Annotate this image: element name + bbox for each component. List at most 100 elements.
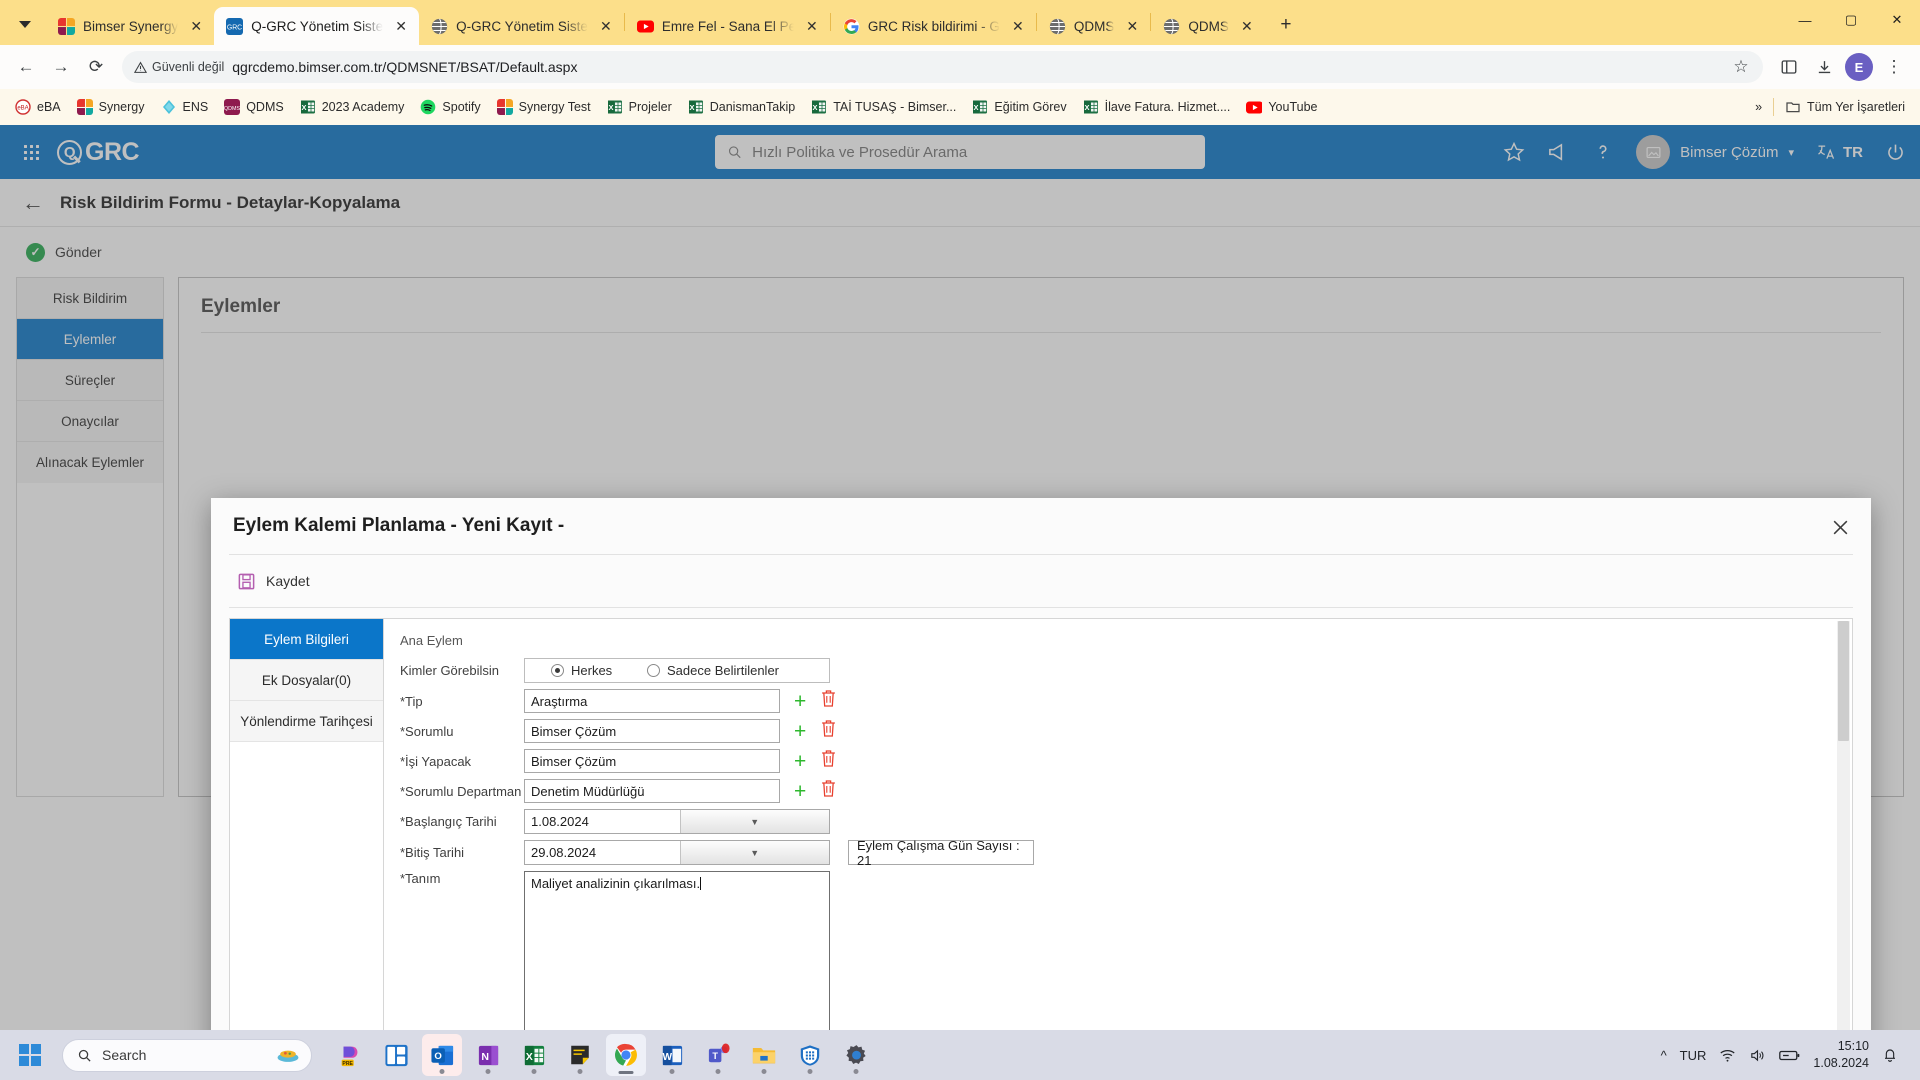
- tray-overflow-button[interactable]: ^: [1661, 1048, 1667, 1063]
- browser-tab[interactable]: GRC Risk bildirimi - G ✕: [831, 7, 1036, 45]
- radio-sadece-belirtilenler[interactable]: Sadece Belirtilenler: [647, 663, 779, 678]
- tab-close-icon[interactable]: ✕: [391, 16, 411, 36]
- bookmark-item[interactable]: X DanismanTakip: [681, 95, 802, 119]
- bookmark-item[interactable]: QDMS QDMS: [217, 95, 291, 119]
- bookmark-item[interactable]: eBA eBA: [8, 95, 68, 119]
- tab-close-icon[interactable]: ✕: [596, 16, 616, 36]
- wifi-icon[interactable]: [1719, 1047, 1736, 1064]
- tab-search-dropdown[interactable]: [4, 6, 46, 42]
- maximize-button[interactable]: ▢: [1828, 0, 1874, 40]
- running-indicator: [853, 1069, 859, 1074]
- taskbar-app-teams[interactable]: T: [698, 1034, 738, 1076]
- taskbar-app-security[interactable]: [790, 1034, 830, 1076]
- bookmark-item[interactable]: X Projeler: [600, 95, 679, 119]
- bookmark-item[interactable]: ENS: [154, 95, 216, 119]
- dialog-tab[interactable]: Ek Dosyalar(0): [230, 660, 383, 701]
- bookmark-item[interactable]: YouTube: [1239, 95, 1324, 119]
- taskbar-app-word[interactable]: W: [652, 1034, 692, 1076]
- chrome-menu-button[interactable]: ⋮: [1878, 51, 1910, 83]
- trash-icon[interactable]: [820, 779, 837, 803]
- not-secure-badge[interactable]: Güvenli değil: [134, 60, 224, 74]
- close-icon[interactable]: [1827, 514, 1853, 540]
- plus-icon[interactable]: +: [794, 781, 806, 802]
- taskbar-app-onenote[interactable]: N: [468, 1034, 508, 1076]
- date-picker[interactable]: 29.08.2024 ▼: [524, 840, 830, 865]
- extensions-icon[interactable]: [1773, 51, 1805, 83]
- field-input[interactable]: Denetim Müdürlüğü: [524, 779, 780, 803]
- plus-icon[interactable]: +: [794, 751, 806, 772]
- plus-icon[interactable]: +: [794, 721, 806, 742]
- tab-title: QDMS: [1188, 18, 1229, 34]
- taskbar-app-excel[interactable]: X: [514, 1034, 554, 1076]
- forward-button[interactable]: →: [45, 51, 77, 83]
- dialog-header: Eylem Kalemi Planlama - Yeni Kayıt -: [211, 498, 1871, 554]
- field-input[interactable]: Bimser Çözüm: [524, 749, 780, 773]
- profile-button[interactable]: E: [1843, 51, 1875, 83]
- volume-icon[interactable]: [1749, 1047, 1766, 1064]
- all-bookmarks-button[interactable]: Tüm Yer İşaretleri: [1778, 95, 1912, 119]
- taskbar-app-copilot-pre[interactable]: PRE: [330, 1034, 370, 1076]
- visibility-radio-group: Herkes Sadece Belirtilenler: [524, 658, 830, 683]
- bimser-icon: [58, 17, 75, 35]
- taskbar-app-outlook[interactable]: O: [422, 1034, 462, 1076]
- description-textarea[interactable]: Maliyet analizinin çıkarılması.: [524, 871, 830, 1030]
- bookmarks-overflow-button[interactable]: »: [1748, 96, 1769, 118]
- dialog-tab[interactable]: Eylem Bilgileri: [230, 619, 383, 660]
- taskbar-app-settings[interactable]: [836, 1034, 876, 1076]
- svg-text:X: X: [301, 103, 306, 112]
- minimize-button[interactable]: —: [1782, 0, 1828, 40]
- trash-icon[interactable]: [820, 689, 837, 713]
- back-button[interactable]: ←: [10, 51, 42, 83]
- field-input[interactable]: Bimser Çözüm: [524, 719, 780, 743]
- save-button[interactable]: Kaydet: [237, 572, 310, 591]
- taskbar-app-file-explorer[interactable]: [744, 1034, 784, 1076]
- bookmark-item[interactable]: Spotify: [413, 95, 487, 119]
- new-tab-button[interactable]: +: [1271, 10, 1301, 40]
- chevron-down-icon[interactable]: ▼: [679, 841, 829, 864]
- plus-icon[interactable]: +: [794, 691, 806, 712]
- taskbar-search[interactable]: Search: [62, 1038, 312, 1072]
- text-caret: [700, 877, 702, 890]
- trash-icon[interactable]: [820, 719, 837, 743]
- browser-tab[interactable]: Emre Fel - Sana El Pe ✕: [625, 7, 830, 45]
- tab-close-icon[interactable]: ✕: [1122, 16, 1142, 36]
- taskbar-app-chrome[interactable]: [606, 1034, 646, 1076]
- browser-tab[interactable]: GRC Q-GRC Yönetim Siste ✕: [214, 7, 420, 45]
- radio-herkes[interactable]: Herkes: [551, 663, 647, 678]
- form-scrollbar[interactable]: [1837, 621, 1850, 1030]
- bookmark-item[interactable]: X TAİ TUSAŞ - Bimser...: [804, 95, 963, 119]
- field-input[interactable]: Araştırma: [524, 689, 780, 713]
- browser-tab[interactable]: QDMS ✕: [1151, 7, 1265, 45]
- bookmark-item[interactable]: Synergy Test: [490, 95, 598, 119]
- bookmark-star-icon[interactable]: ☆: [1725, 51, 1757, 83]
- bimser-icon: [76, 99, 93, 115]
- tab-close-icon[interactable]: ✕: [1237, 16, 1257, 36]
- bookmark-item[interactable]: Synergy: [70, 95, 152, 119]
- tab-close-icon[interactable]: ✕: [802, 16, 822, 36]
- tab-close-icon[interactable]: ✕: [1008, 16, 1028, 36]
- browser-tab[interactable]: QDMS ✕: [1037, 7, 1151, 45]
- taskbar-app-widgets[interactable]: [376, 1034, 416, 1076]
- trash-icon[interactable]: [820, 749, 837, 773]
- bookmark-item[interactable]: X İlave Fatura. Hizmet....: [1076, 95, 1238, 119]
- bookmark-item[interactable]: X 2023 Academy: [293, 95, 412, 119]
- taskbar-app-sticky-notes[interactable]: [560, 1034, 600, 1076]
- dialog-tab[interactable]: Yönlendirme Tarihçesi: [230, 701, 383, 742]
- date-picker[interactable]: 1.08.2024 ▼: [524, 809, 830, 834]
- start-button[interactable]: [10, 1035, 50, 1075]
- language-indicator[interactable]: TUR: [1680, 1048, 1707, 1063]
- battery-icon[interactable]: [1779, 1048, 1800, 1063]
- tab-close-icon[interactable]: ✕: [186, 16, 206, 36]
- close-window-button[interactable]: ✕: [1874, 0, 1920, 40]
- taskbar-clock[interactable]: 15:10 1.08.2024: [1813, 1038, 1869, 1072]
- browser-tab[interactable]: Bimser Synergy ✕: [46, 7, 214, 45]
- notifications-bell-icon[interactable]: [1882, 1047, 1898, 1063]
- address-bar[interactable]: Güvenli değil qgrcdemo.bimser.com.tr/QDM…: [122, 51, 1763, 83]
- browser-tab[interactable]: Q-GRC Yönetim Siste ✕: [419, 7, 624, 45]
- reload-button[interactable]: ⟳: [80, 51, 112, 83]
- chevron-down-icon[interactable]: ▼: [679, 810, 829, 833]
- running-indicator: [761, 1069, 767, 1074]
- scrollbar-thumb[interactable]: [1838, 621, 1849, 741]
- bookmark-item[interactable]: X Eğitim Görev: [965, 95, 1073, 119]
- downloads-icon[interactable]: [1808, 51, 1840, 83]
